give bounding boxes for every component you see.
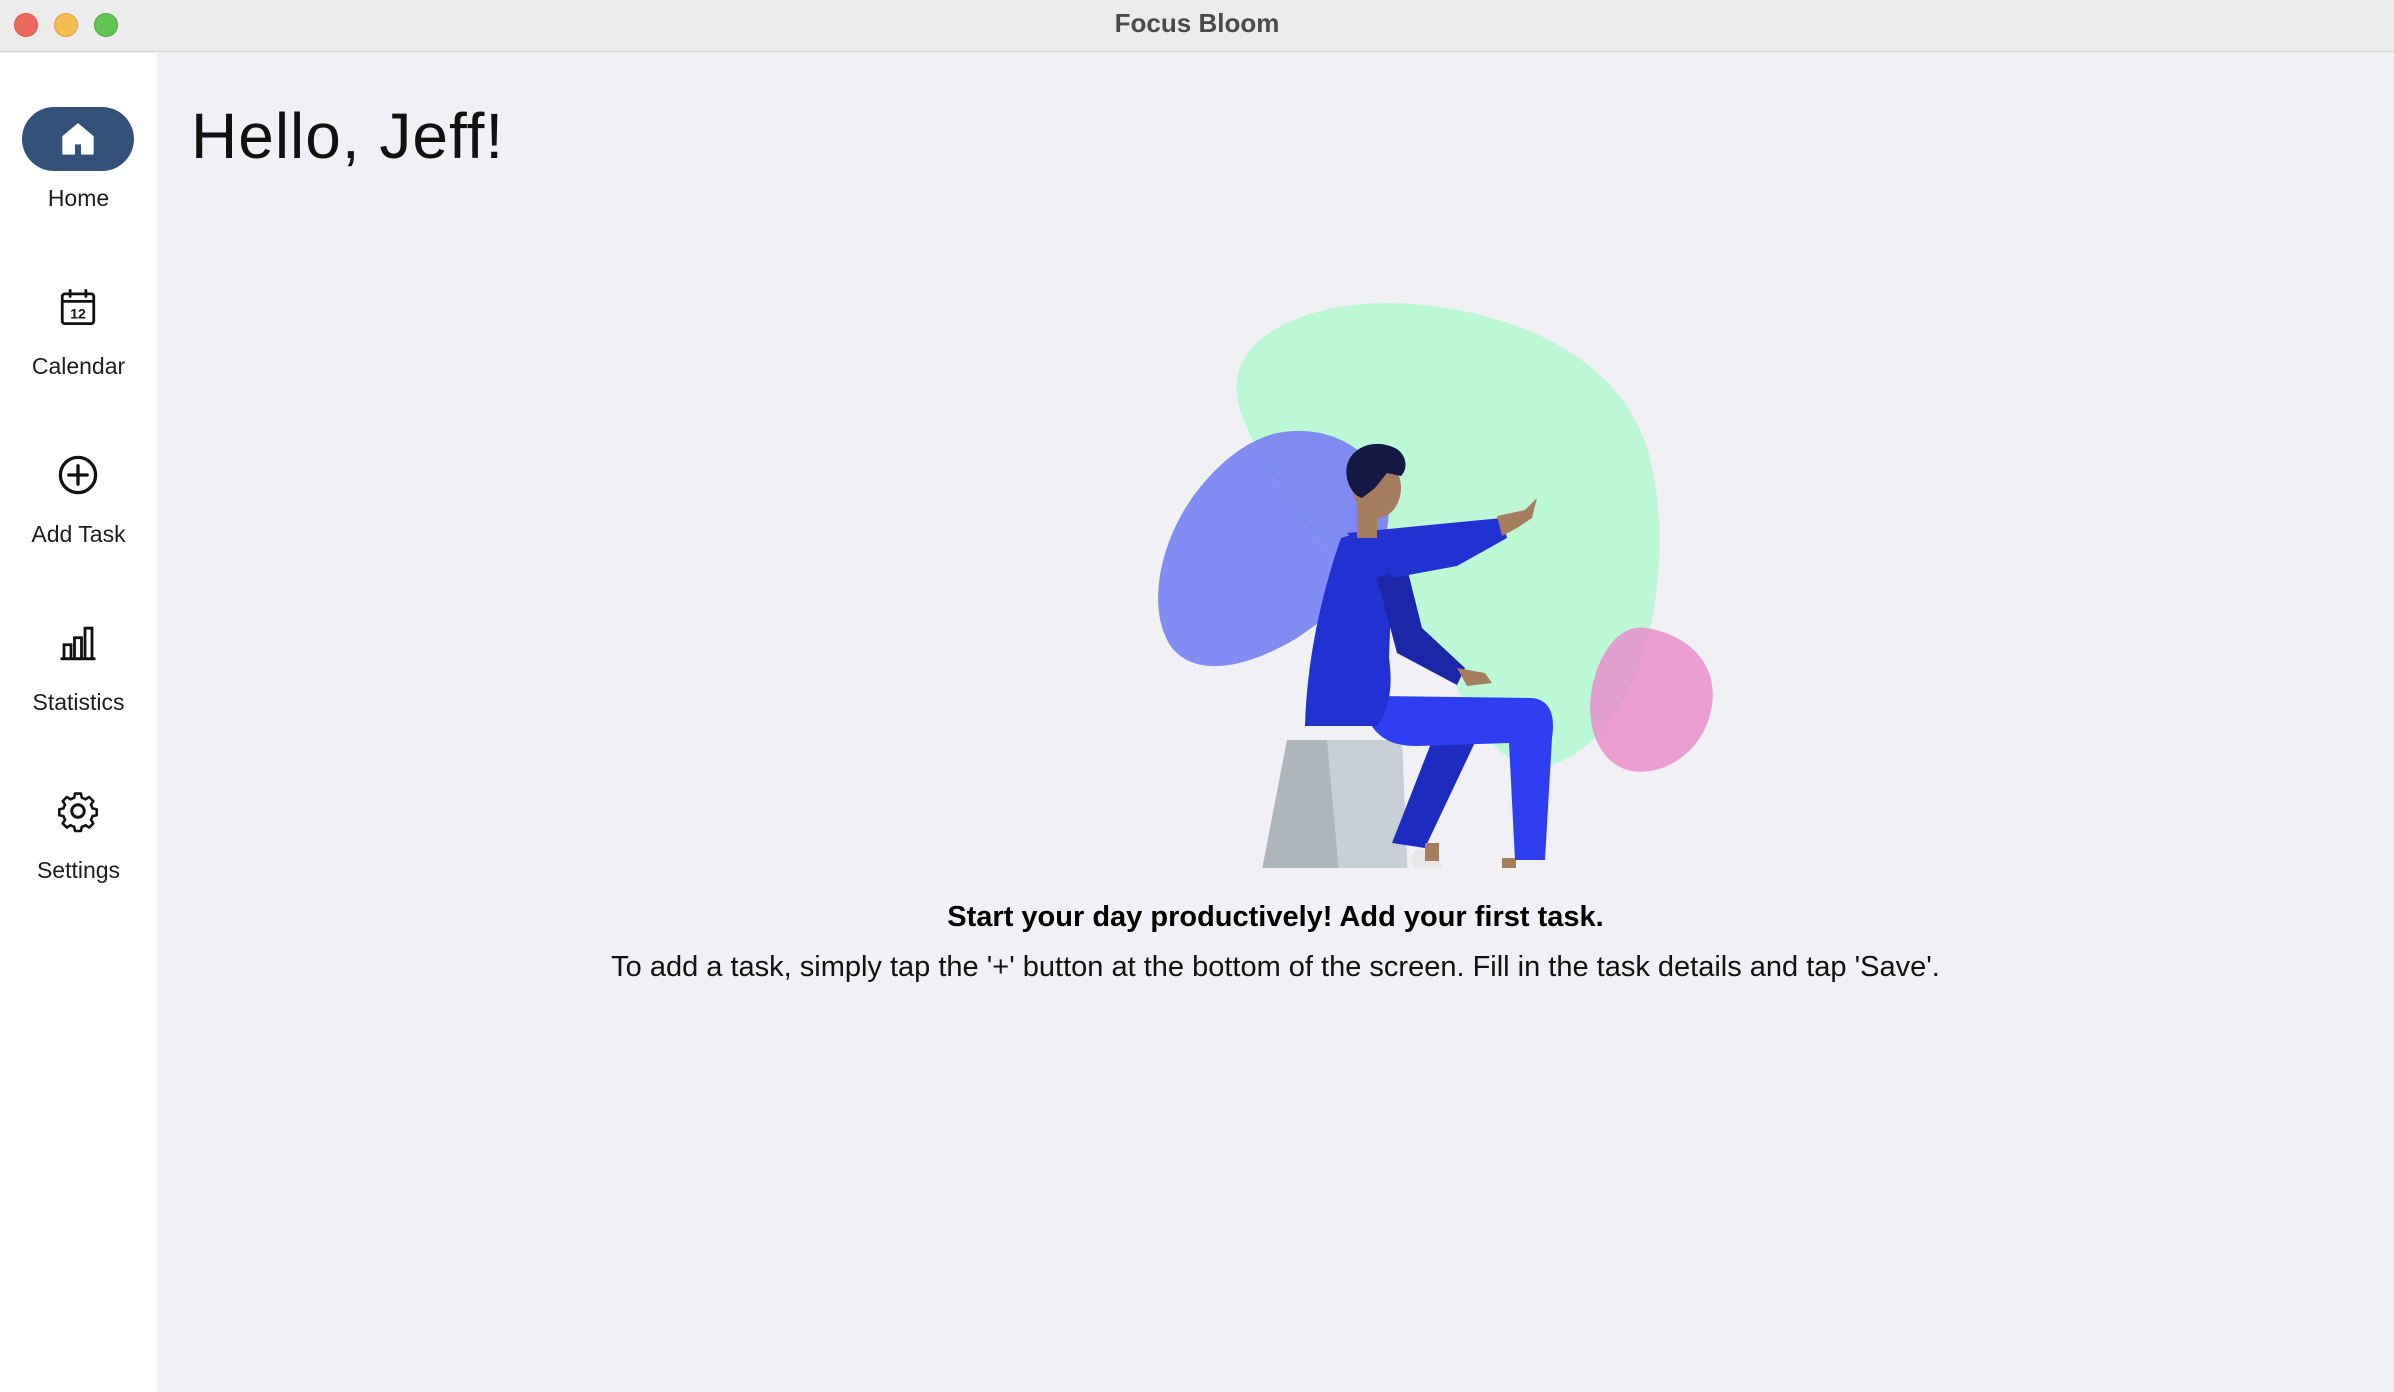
- calendar-icon: 12: [60, 288, 96, 326]
- calendar-icon-wrap: 12: [22, 275, 134, 339]
- plus-circle-icon-wrap: [22, 443, 134, 507]
- sidebar-item-label: Home: [47, 185, 110, 211]
- calendar-day-number: 12: [70, 306, 86, 322]
- bar-chart-icon: [60, 626, 96, 661]
- page-title: Hello, Jeff!: [191, 100, 505, 172]
- sidebar-item-settings[interactable]: Settings: [0, 779, 157, 919]
- sidebar-item-statistics[interactable]: Statistics: [0, 611, 157, 751]
- gear-icon-wrap: [22, 779, 134, 843]
- app-window: Focus Bloom Home 12 Calendar Add Task St…: [0, 0, 2394, 1392]
- empty-state-title: Start your day productively! Add your fi…: [947, 901, 1604, 933]
- empty-state-illustration: [1158, 303, 1713, 868]
- plus-circle-icon: [58, 455, 98, 495]
- main-content: Hello, Jeff! Start your day productively…: [157, 53, 2394, 1392]
- bar-chart-icon-wrap: [22, 611, 134, 675]
- figure-back-leg: [1392, 728, 1477, 848]
- sidebar-item-home[interactable]: Home: [0, 107, 157, 247]
- sidebar-item-add-task[interactable]: Add Task: [0, 443, 157, 583]
- empty-state-description: To add a task, simply tap the '+' button…: [611, 951, 1940, 983]
- sidebar-item-label: Calendar: [31, 353, 126, 379]
- pink-blob-shape: [1590, 627, 1713, 772]
- home-icon-pill: [22, 107, 134, 171]
- sidebar: Home 12 Calendar Add Task Statistics Set…: [0, 53, 157, 1392]
- sidebar-item-calendar[interactable]: 12 Calendar: [0, 275, 157, 415]
- window-title: Focus Bloom: [1114, 8, 1280, 38]
- sidebar-item-label: Statistics: [32, 689, 125, 715]
- sidebar-item-label: Settings: [36, 857, 121, 883]
- home-icon: [62, 123, 94, 155]
- title-bar: Focus Bloom: [0, 0, 2394, 52]
- figure-ankle: [1502, 858, 1516, 868]
- sidebar-item-label: Add Task: [31, 521, 126, 547]
- gear-icon: [58, 792, 98, 833]
- figure-ankle: [1425, 843, 1439, 861]
